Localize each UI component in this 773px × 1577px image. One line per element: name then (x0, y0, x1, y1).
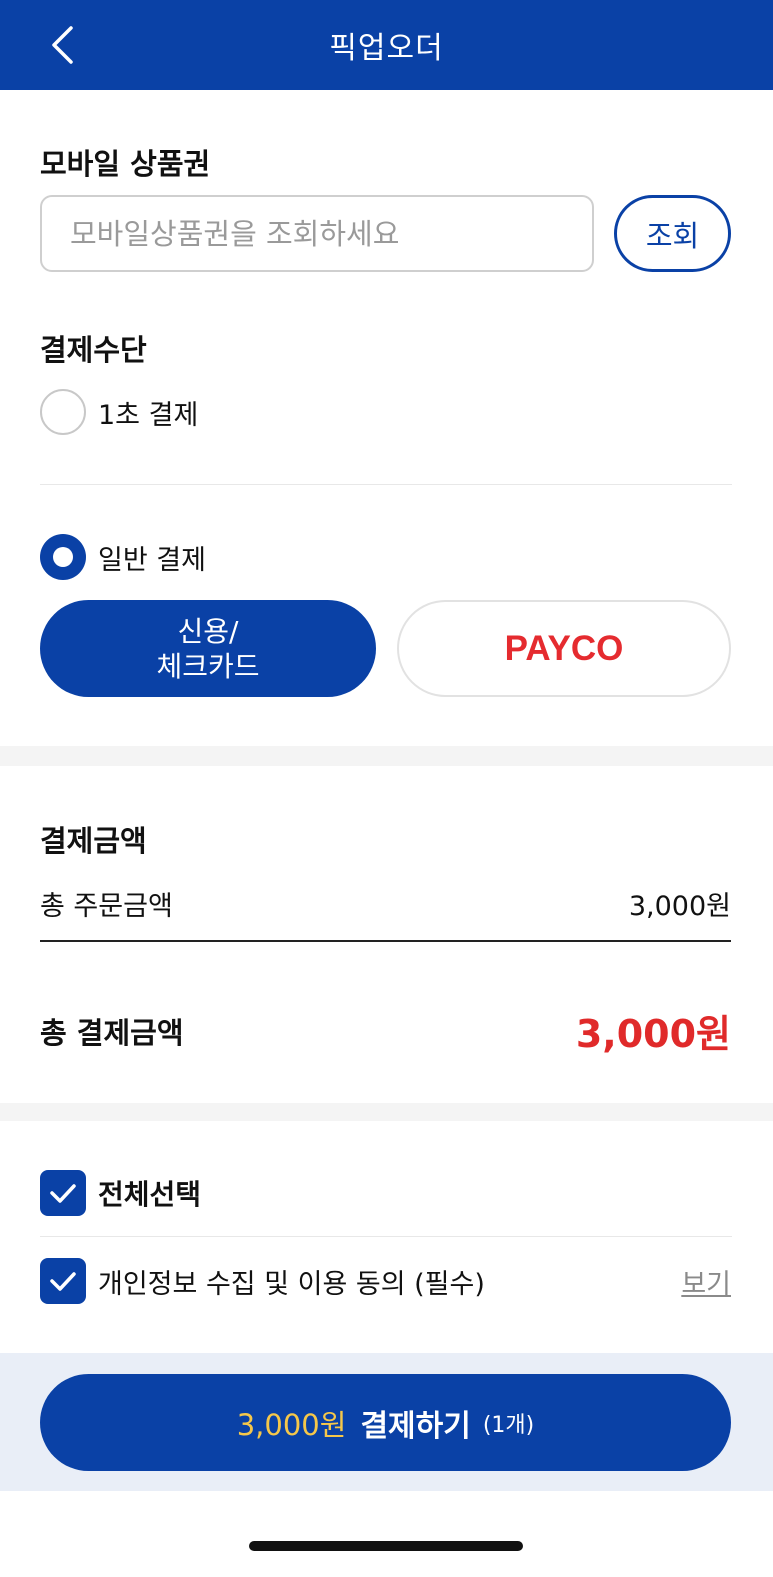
chevron-left-icon (52, 26, 73, 64)
select-all-row: 전체선택 (40, 1170, 731, 1216)
radio-checked-icon[interactable] (40, 534, 86, 580)
view-terms-link[interactable]: 보기 (681, 1262, 731, 1301)
privacy-consent-checkbox[interactable] (40, 1258, 86, 1304)
order-total-row: 총 주문금액 3,000원 (40, 884, 731, 923)
credit-card-button[interactable]: 신용/ 체크카드 (40, 600, 376, 697)
payco-button[interactable]: PAYCO (397, 600, 731, 697)
section-separator (0, 1103, 773, 1121)
order-total-label: 총 주문금액 (40, 891, 173, 922)
divider (40, 484, 732, 485)
pay-button-amount: 3,000원 (236, 1407, 347, 1442)
radio-general-pay[interactable]: 일반 결제 (40, 534, 206, 580)
pay-button[interactable]: 3,000원 결제하기 (1개) (40, 1374, 731, 1471)
general-pay-label: 일반 결제 (98, 544, 206, 576)
amount-divider (40, 940, 731, 942)
gift-card-title: 모바일 상품권 (40, 147, 211, 181)
pay-total-value: 3,000원 (575, 1012, 731, 1056)
section-separator (0, 746, 773, 766)
checkmark-icon (50, 1272, 76, 1291)
pay-button-count: (1개) (482, 1412, 535, 1438)
select-all-label: 전체선택 (98, 1178, 202, 1211)
back-button[interactable] (40, 22, 84, 68)
payment-method-title: 결제수단 (40, 333, 147, 367)
pay-total-row: 총 결제금액 3,000원 (40, 1003, 731, 1058)
gift-card-input[interactable] (40, 195, 594, 272)
pay-total-label: 총 결제금액 (40, 1015, 184, 1050)
radio-one-second-pay[interactable]: 1초 결제 (40, 389, 198, 435)
select-all-checkbox[interactable] (40, 1170, 86, 1216)
lookup-button[interactable]: 조회 (614, 195, 731, 272)
pay-button-label: 결제하기 (360, 1408, 471, 1444)
privacy-consent-label: 개인정보 수집 및 이용 동의 (필수) (98, 1268, 485, 1300)
privacy-consent-row: 개인정보 수집 및 이용 동의 (필수) 보기 (40, 1258, 731, 1304)
checkmark-icon (50, 1184, 76, 1203)
radio-unchecked-icon[interactable] (40, 389, 86, 435)
home-indicator[interactable] (249, 1541, 523, 1551)
order-total-value: 3,000원 (628, 891, 731, 922)
app-header: 픽업오더 (0, 0, 773, 90)
divider (40, 1236, 732, 1237)
one-second-pay-label: 1초 결제 (98, 399, 199, 431)
page-title: 픽업오더 (329, 31, 444, 66)
payco-logo: PAYCO (504, 628, 624, 668)
payment-amount-title: 결제금액 (40, 824, 147, 858)
